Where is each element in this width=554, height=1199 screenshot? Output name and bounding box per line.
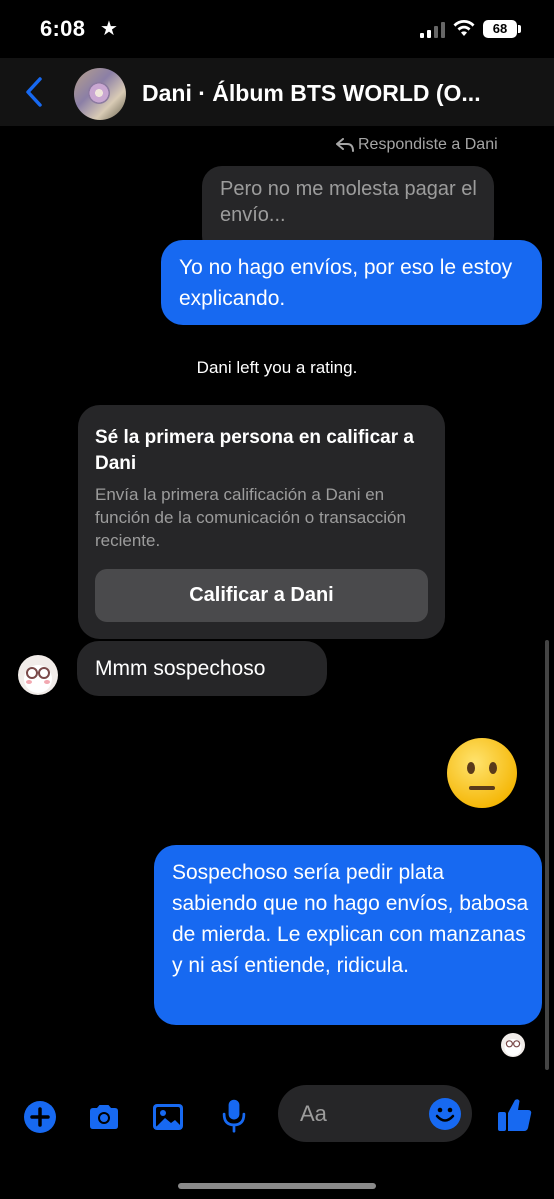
status-time: 6:08 — [40, 16, 86, 41]
rating-notice: Dani left you a rating. — [196, 358, 358, 377]
gallery-icon[interactable] — [150, 1099, 186, 1135]
outgoing-message[interactable]: Yo no hago envíos, por eso le estoy expl… — [161, 240, 542, 325]
contact-avatar[interactable] — [74, 68, 126, 120]
quoted-message-text: Pero no me molesta pagar el envío... — [220, 178, 477, 226]
signal-icon — [420, 22, 445, 38]
message-input[interactable] — [300, 1085, 430, 1142]
battery-icon: 68 — [483, 20, 517, 38]
home-indicator — [178, 1183, 376, 1189]
incoming-message[interactable]: Mmm sospechoso — [77, 641, 327, 696]
message-text: Sospechoso sería pedir plata sabiendo qu… — [172, 861, 529, 977]
seen-receipt-avatar — [501, 1033, 525, 1057]
back-arrow-icon[interactable] — [22, 74, 46, 110]
rate-button[interactable]: Calificar a Dani — [95, 569, 428, 622]
thumbs-up-icon[interactable] — [496, 1096, 534, 1134]
reply-indicator: Respondiste a Dani — [336, 136, 498, 154]
battery-tip — [518, 25, 521, 33]
wifi-icon — [453, 20, 475, 36]
message-text: Yo no hago envíos, por eso le estoy expl… — [179, 256, 513, 310]
message-text: Mmm sospechoso — [95, 657, 266, 680]
outgoing-message[interactable]: Sospechoso sería pedir plata sabiendo qu… — [154, 845, 542, 1025]
sender-avatar-image — [24, 665, 52, 693]
scrollbar[interactable] — [545, 640, 549, 1070]
reply-label: Respondiste a Dani — [358, 136, 498, 153]
message-composer[interactable] — [278, 1085, 472, 1142]
neutral-face-emoji[interactable] — [445, 736, 519, 810]
plus-icon[interactable] — [22, 1099, 58, 1135]
reply-arrow-icon — [336, 137, 354, 152]
emoji-picker-icon[interactable] — [428, 1097, 462, 1131]
microphone-icon[interactable] — [216, 1097, 252, 1133]
rating-card: Sé la primera persona en calificar a Dan… — [78, 405, 445, 639]
camera-icon[interactable] — [86, 1099, 122, 1135]
rating-card-title: Sé la primera persona en calificar a Dan… — [95, 427, 414, 474]
chat-title[interactable]: Dani · Álbum BTS WORLD (O... — [142, 80, 532, 107]
star-icon: ★ — [100, 18, 118, 40]
sender-avatar[interactable] — [18, 655, 58, 695]
rating-card-description: Envía la primera calificación a Dani en … — [95, 485, 406, 550]
